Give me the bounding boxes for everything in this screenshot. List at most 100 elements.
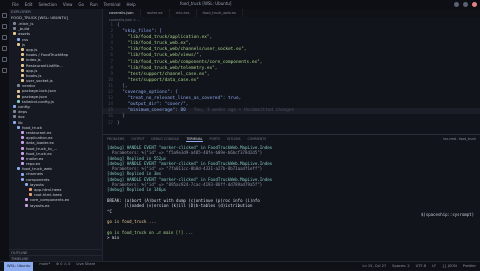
file-icon: [13, 115, 16, 119]
file-icon: [13, 105, 16, 109]
source-control-icon[interactable]: [2, 35, 7, 40]
maximize-button[interactable]: [463, 2, 468, 7]
line-number: 17: [107, 120, 113, 126]
file-icon: [21, 156, 24, 160]
file-icon: [21, 63, 24, 67]
activity-bar: [0, 9, 9, 261]
menu-item[interactable]: Selection: [38, 2, 56, 7]
explorer-sidebar: EXPLORER FOOD_TRUCK [WSL: UBUNTU] .elixi…: [9, 9, 103, 261]
right-prompt: $(spaceship::sysrompt): [421, 212, 474, 217]
panel-tab[interactable]: PORTS: [210, 137, 220, 141]
file-icon: [25, 203, 28, 207]
status-item-right[interactable]: Spaces: 2: [392, 264, 409, 268]
editor-area: coveralls.json router.ex mix.exs food_truck…: [103, 9, 480, 134]
tree-item-label: js: [22, 41, 26, 47]
file-icon: [17, 84, 20, 88]
file-tree: .elixir_ls _build assets css js app.js hooks /…: [9, 21, 102, 208]
close-button[interactable]: [472, 2, 477, 7]
menu-item[interactable]: View: [63, 2, 73, 7]
file-icon: [17, 94, 20, 98]
status-item-left[interactable]: Live Share: [76, 262, 95, 271]
menu-item[interactable]: Run: [90, 2, 98, 7]
status-item-right[interactable]: Prettier: [463, 264, 476, 268]
file-icon: [17, 89, 20, 93]
file-icon: [21, 53, 24, 57]
line-text: "test/support/data_case.ex": [117, 77, 199, 83]
menu-bar: File Edit Selection View Go Run Terminal Help: [0, 2, 142, 7]
status-item-right[interactable]: Ln 15, Col 27: [362, 264, 386, 268]
code-view[interactable]: 1{2 "skip_files": [3 "lib/food_truck/app…: [103, 23, 480, 127]
menu-item[interactable]: Edit: [25, 2, 33, 7]
minimize-button[interactable]: [454, 2, 459, 7]
code-line: 17}: [103, 121, 480, 127]
window-controls: [454, 2, 477, 7]
file-icon: [21, 73, 24, 77]
menu-item[interactable]: Go: [78, 2, 84, 7]
file-icon: [21, 141, 24, 145]
window-title: food_truck [WSL: Ubuntu]: [180, 1, 232, 6]
file-icon: [21, 48, 24, 52]
panel-tab[interactable]: TERMINAL: [186, 137, 203, 142]
file-icon: [13, 110, 16, 114]
file-icon: [21, 68, 24, 72]
file-icon: [21, 146, 24, 150]
panel-tabs: PROBLEMS OUTPUT DEBUG CONSOLE TERMINAL PORTS…: [103, 135, 480, 143]
editor-tab[interactable]: mix.exs: [170, 9, 197, 17]
panel-tab[interactable]: DEBUG CONSOLE: [151, 137, 179, 141]
status-item-right[interactable]: LF: [432, 264, 436, 268]
status-bar: WSL: Ubuntu main* ⊗ 0 ⚠ 0 Live Share Ln 15,…: [0, 261, 480, 271]
file-icon: [21, 79, 24, 83]
file-icon: [17, 125, 20, 129]
extensions-icon[interactable]: [2, 57, 7, 62]
file-icon: [17, 167, 20, 171]
file-icon: [13, 32, 16, 36]
file-icon: [21, 172, 24, 176]
status-item-left[interactable]: WSL: Ubuntu: [4, 261, 34, 271]
title-bar: File Edit Selection View Go Run Terminal Help f…: [0, 0, 480, 9]
menu-item[interactable]: Terminal: [104, 2, 121, 7]
status-item-left[interactable]: ⊗ 0 ⚠ 0: [56, 262, 70, 271]
file-icon: [17, 37, 20, 41]
status-item-right[interactable]: {} JSON: [442, 264, 457, 268]
menu-item[interactable]: Help: [127, 2, 136, 7]
menu-item[interactable]: File: [12, 2, 19, 7]
file-icon: [21, 58, 24, 62]
search-icon[interactable]: [2, 24, 7, 29]
panel-tab[interactable]: COMMENTS: [248, 137, 267, 141]
status-item-right[interactable]: UTF-8: [416, 264, 426, 268]
editor-tabs: coveralls.json router.ex mix.exs food_truck…: [103, 9, 480, 17]
editor-tab[interactable]: coveralls.json: [103, 9, 141, 17]
terminal-selector[interactable]: iex.cmd - food_truck: [443, 137, 476, 141]
file-icon: [21, 136, 24, 140]
file-icon: [17, 42, 20, 46]
file-icon: [25, 182, 28, 186]
file-icon: [13, 22, 16, 26]
file-icon: [21, 162, 24, 166]
file-icon: [13, 27, 16, 31]
inline-blame-hint: You, 3 weeks ago • Uncommitted changes: [193, 108, 295, 114]
file-icon: [17, 99, 20, 103]
panel-tab[interactable]: GITLENS: [227, 137, 241, 141]
files-icon[interactable]: [2, 13, 7, 18]
panel-tab[interactable]: OUTPUT: [131, 137, 144, 141]
remote-explorer-icon[interactable]: [2, 68, 7, 73]
editor-tab[interactable]: router.ex: [141, 9, 170, 17]
file-icon: [29, 188, 32, 192]
file-icon: [29, 193, 32, 197]
file-icon: [13, 120, 16, 124]
file-icon: [21, 131, 24, 135]
terminal-panel: PROBLEMS OUTPUT DEBUG CONSOLE TERMINAL PORTS…: [103, 134, 480, 261]
file-icon: [21, 177, 24, 181]
explorer-sections: OUTLINE TIMELINE: [9, 249, 102, 261]
status-item-left[interactable]: main*: [39, 262, 50, 271]
terminal-output[interactable]: [debug] HANDLE EVENT "marker-clicked" in…: [107, 145, 472, 240]
panel-tab[interactable]: PROBLEMS: [107, 137, 124, 141]
tree-item[interactable]: layouts.ex: [9, 203, 102, 208]
editor-tab[interactable]: food_truck_web.ex: [197, 9, 244, 17]
file-icon: [21, 151, 24, 155]
tree-item-label: layouts.ex: [30, 202, 50, 208]
line-text: }: [117, 120, 120, 126]
run-debug-icon[interactable]: [2, 46, 7, 51]
file-icon: [25, 198, 28, 202]
line-text: "minimum_coverage": 80: [117, 108, 186, 114]
